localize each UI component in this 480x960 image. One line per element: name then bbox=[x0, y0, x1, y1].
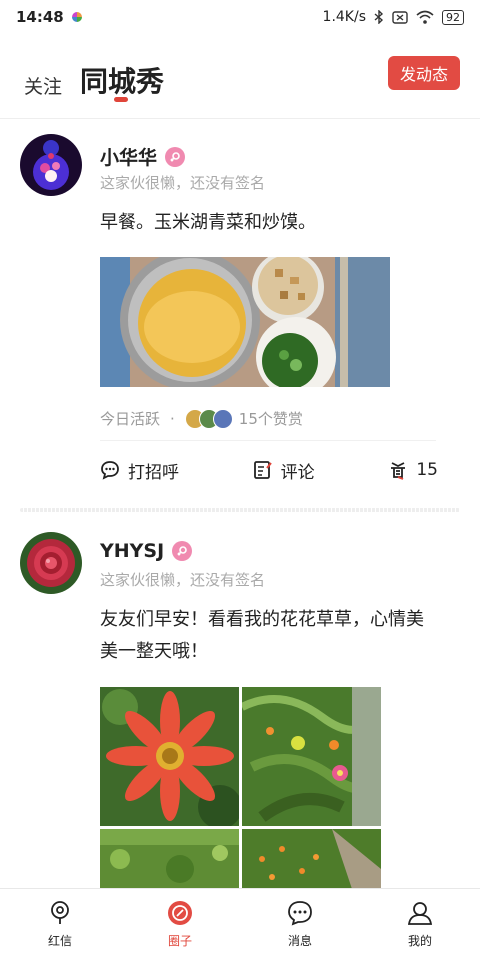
reward-count: 15 bbox=[416, 460, 438, 480]
header-divider bbox=[0, 118, 480, 119]
meta-divider bbox=[100, 440, 436, 441]
username-text: YHYSJ bbox=[100, 540, 165, 562]
app-notification-icon bbox=[71, 12, 82, 22]
tab-follow[interactable]: 关注 bbox=[24, 72, 62, 99]
nav-item-messages[interactable]: 消息 bbox=[240, 889, 360, 960]
person-icon bbox=[407, 902, 433, 925]
bottom-nav: 红信 圈子 消息 我的 bbox=[0, 888, 480, 960]
tab-local-show[interactable]: 同城秀 bbox=[80, 60, 164, 100]
signature: 这家伙很懒，还没有签名 bbox=[100, 174, 266, 192]
nav-label: 消息 bbox=[287, 934, 312, 948]
post-actions: 打招呼 评论 15 bbox=[100, 455, 438, 485]
meta-separator: · bbox=[170, 409, 175, 428]
female-gender-icon bbox=[172, 541, 193, 561]
reward-button[interactable]: 15 bbox=[388, 460, 438, 480]
post-separator bbox=[20, 508, 460, 512]
network-speed: 1.4K/s bbox=[322, 9, 366, 25]
avatar[interactable] bbox=[20, 532, 82, 594]
female-gender-icon bbox=[165, 146, 186, 167]
battery-indicator: 92 bbox=[442, 9, 464, 25]
post-content: 友友们早安！看看我的花花草草，心情美美一整天哦！ bbox=[100, 609, 424, 662]
post-dynamic-button[interactable]: 发动态 bbox=[388, 56, 460, 90]
post-image[interactable] bbox=[100, 687, 239, 826]
bluetooth-icon bbox=[374, 10, 384, 24]
signature: 这家伙很懒，还没有签名 bbox=[100, 571, 266, 589]
post-image[interactable] bbox=[242, 829, 381, 889]
status-bar: 14:48 1.4K/s 92 bbox=[0, 0, 480, 34]
post-image[interactable] bbox=[242, 687, 381, 826]
status-right: 1.4K/s 92 bbox=[323, 9, 464, 25]
greet-label: 打招呼 bbox=[128, 462, 179, 483]
liker-avatar bbox=[212, 408, 233, 429]
tab-active-indicator bbox=[114, 97, 128, 102]
circle-compass-icon bbox=[168, 901, 192, 925]
nav-item-mine[interactable]: 我的 bbox=[360, 889, 480, 960]
username[interactable]: 小华华 bbox=[100, 143, 186, 170]
nav-label: 圈子 bbox=[167, 934, 192, 948]
comment-edit-icon bbox=[253, 461, 272, 479]
liker-avatars[interactable] bbox=[184, 408, 233, 429]
post-content: 早餐。玉米湖青菜和炒馍。 bbox=[100, 212, 316, 233]
reward-icon bbox=[391, 462, 406, 480]
wifi-icon bbox=[416, 10, 434, 24]
location-pin-icon bbox=[51, 901, 69, 924]
comment-label: 评论 bbox=[280, 462, 315, 483]
chat-bubble-icon bbox=[288, 901, 312, 926]
header: 关注 同城秀 发动态 bbox=[0, 50, 480, 110]
avatar[interactable] bbox=[20, 134, 82, 196]
greet-button[interactable]: 打招呼 bbox=[100, 458, 179, 483]
username[interactable]: YHYSJ bbox=[100, 540, 193, 562]
like-count: 15个赞赏 bbox=[238, 410, 303, 428]
post-image[interactable] bbox=[100, 829, 239, 889]
sim-off-icon bbox=[392, 10, 408, 24]
status-time: 14:48 bbox=[16, 8, 64, 26]
chat-icon bbox=[101, 461, 119, 480]
activity-status: 今日活跃 bbox=[100, 410, 161, 428]
nav-item-circle[interactable]: 圈子 bbox=[120, 889, 240, 960]
nav-label: 红信 bbox=[47, 934, 72, 948]
nav-item-hongxin[interactable]: 红信 bbox=[0, 889, 120, 960]
comment-button[interactable]: 评论 bbox=[253, 458, 315, 483]
nav-label: 我的 bbox=[407, 934, 432, 948]
post-image[interactable] bbox=[100, 257, 390, 387]
post-meta: 今日活跃 · 15个赞赏 bbox=[100, 408, 436, 429]
username-text: 小华华 bbox=[100, 147, 158, 169]
